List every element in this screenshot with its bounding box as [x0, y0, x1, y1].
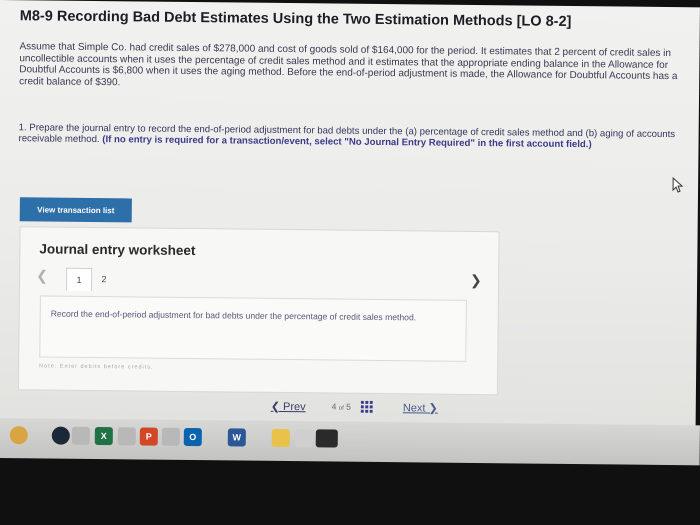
chrome-icon[interactable]: [9, 426, 28, 445]
prev-label: Prev: [282, 400, 306, 413]
total-pages: 5: [346, 401, 351, 412]
current-page: 4: [331, 401, 337, 412]
page-title: M8-9 Recording Bad Debt Estimates Using …: [19, 8, 572, 30]
steam-icon[interactable]: [51, 426, 70, 445]
question-1: 1. Prepare the journal entry to record t…: [18, 122, 698, 152]
worksheet-tab-1[interactable]: 1: [65, 267, 93, 291]
mouse-cursor-icon: [672, 177, 684, 193]
prev-link[interactable]: ❮ Prev: [271, 399, 306, 412]
blank-icon[interactable]: [71, 426, 90, 445]
next-link[interactable]: Next ❯: [403, 401, 438, 414]
photos-icon[interactable]: [294, 429, 313, 448]
notes-icon[interactable]: [271, 428, 290, 448]
excel-icon[interactable]: X: [94, 426, 113, 446]
worksheet-tab-2[interactable]: 2: [92, 268, 116, 290]
pagination: ❮ Prev 4 of 5 Next ❯: [271, 397, 501, 417]
view-transaction-list-button[interactable]: View transaction list: [19, 197, 132, 223]
worksheet-instruction-box: Record the end-of-period adjustment for …: [39, 295, 467, 362]
grid-icon[interactable]: [360, 400, 373, 413]
blank-icon-3[interactable]: [161, 427, 180, 446]
browser-screen: M8-9 Recording Bad Debt Estimates Using …: [0, 0, 700, 428]
worksheet-note: Note: Enter debits before credits.: [39, 363, 154, 371]
terminal-icon[interactable]: [315, 429, 338, 448]
powerpoint-icon[interactable]: P: [139, 427, 158, 446]
next-label: Next: [402, 401, 426, 414]
problem-paragraph: Assume that Simple Co. had credit sales …: [19, 41, 678, 89]
worksheet-title: Journal entry worksheet: [39, 241, 196, 259]
word-icon[interactable]: W: [227, 428, 246, 447]
blank-icon-2[interactable]: [117, 427, 136, 446]
worksheet-instruction: Record the end-of-period adjustment for …: [50, 308, 417, 323]
taskbar: X P O W: [0, 418, 700, 466]
journal-entry-worksheet: Journal entry worksheet ❮ 1 2 ❯ Record t…: [17, 226, 500, 396]
chevron-right-icon[interactable]: ❯: [470, 272, 482, 289]
chevron-left-icon[interactable]: ❮: [36, 267, 48, 284]
outlook-icon[interactable]: O: [183, 427, 202, 447]
page-count: 4 of 5: [332, 401, 351, 411]
of-label: of: [338, 405, 344, 412]
worksheet-tabs: 1 2: [65, 267, 116, 292]
